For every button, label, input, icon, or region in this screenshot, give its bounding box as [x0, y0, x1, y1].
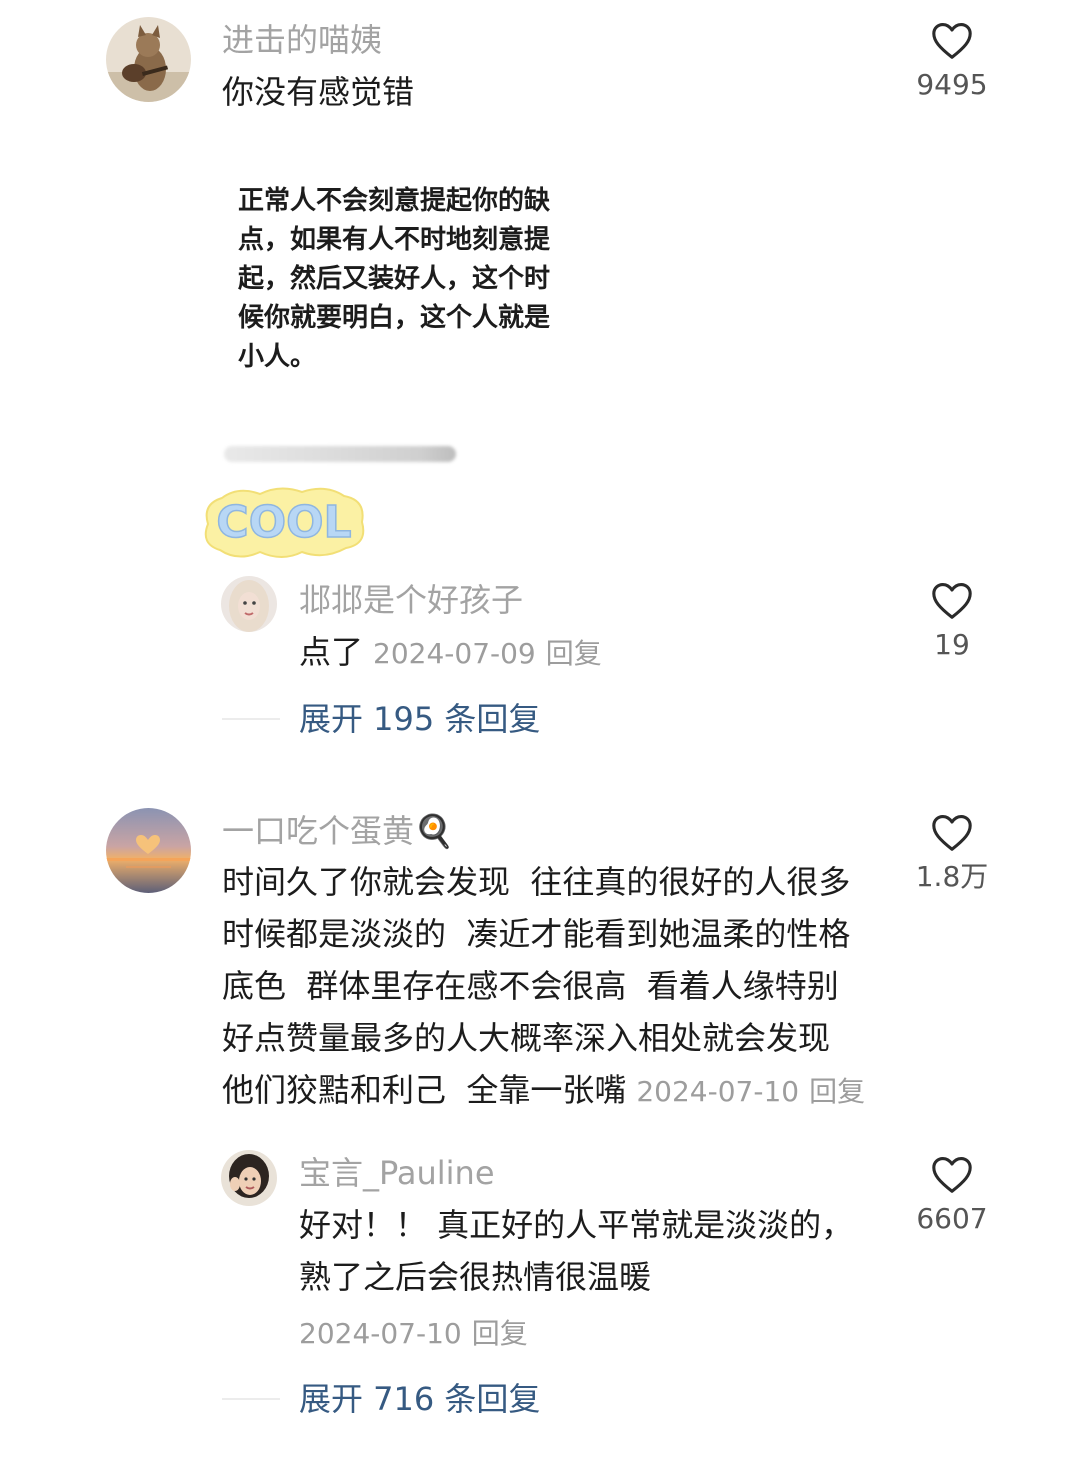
reply-text: 好对！！ 真正好的人平常就是淡淡的， 熟了之后会很热情很温暖 [299, 1199, 899, 1303]
comment-text-line: 底色 群体里存在感不会很高 看着人缘特别 [222, 967, 839, 1005]
like-button[interactable]: 9495 [902, 20, 1002, 102]
image-text-line: 点，如果有人不时地刻意提 [238, 225, 551, 255]
heart-outline-icon [932, 815, 972, 851]
divider [222, 718, 280, 720]
reply-button[interactable]: 回复 [472, 1317, 528, 1350]
reply-text-line: 好对！！ 真正好的人平常就是淡淡的， [299, 1206, 854, 1244]
reply-username[interactable]: 邶邶是个好孩子 [299, 580, 523, 620]
like-count: 19 [934, 628, 970, 661]
comment-text-last: 他们狡黠和利己 全靠一张嘴 [222, 1071, 627, 1109]
cool-sticker[interactable]: COOL [198, 482, 370, 562]
reply-username[interactable]: 宝言_Pauline [299, 1153, 495, 1193]
username-row[interactable]: 一口吃个蛋黄🍳 [222, 811, 454, 851]
image-text-line: 小人。 [238, 342, 317, 372]
reply-button[interactable]: 回复 [809, 1075, 865, 1108]
comment-text-line: 好点赞量最多的人大概率深入相处就会发现 [222, 1019, 831, 1057]
comment-text-line: 时候都是淡淡的 凑近才能看到她温柔的性格 [222, 915, 851, 953]
reply-text-line: 熟了之后会很热情很温暖 [299, 1258, 652, 1296]
reply-text-row: 点了 2024-07-09 回复 [299, 626, 602, 680]
comment-text-line: 时间久了你就会发现 往往真的很好的人很多 [222, 863, 851, 901]
heart-outline-icon [932, 23, 972, 59]
expand-replies-button[interactable]: 展开 195 条回复 [299, 699, 540, 739]
like-button[interactable]: 1.8万 [902, 812, 1002, 894]
heart-outline-icon [932, 583, 972, 619]
like-button[interactable]: 6607 [902, 1154, 1002, 1236]
image-text: 正常人不会刻意提起你的缺 点，如果有人不时地刻意提 起，然后又装好人，这个时 候… [238, 182, 614, 377]
comment-text: 你没有感觉错 [222, 73, 415, 111]
comment-text-line: 他们狡黠和利己 全靠一张嘴 2024-07-10 回复 [222, 1064, 902, 1118]
avatar[interactable] [106, 17, 191, 102]
expand-replies-button[interactable]: 展开 716 条回复 [299, 1379, 540, 1419]
reply-date: 2024-07-10 [299, 1317, 462, 1350]
avatar[interactable] [221, 576, 277, 632]
frying-pan-egg-icon: 🍳 [414, 812, 454, 850]
comment-date: 2024-07-10 [636, 1075, 800, 1108]
comment-image[interactable]: 正常人不会刻意提起你的缺 点，如果有人不时地刻意提 起，然后又装好人，这个时 候… [222, 160, 614, 400]
username[interactable]: 进击的喵姨 [222, 20, 382, 60]
like-count: 9495 [916, 68, 988, 101]
reply-date: 2024-07-09 [373, 637, 536, 670]
avatar[interactable] [221, 1150, 277, 1206]
heart-outline-icon [932, 1157, 972, 1193]
sticker-text: COOL [216, 497, 351, 548]
divider [222, 1398, 280, 1400]
avatar[interactable] [106, 808, 191, 893]
like-count: 1.8万 [915, 860, 989, 893]
like-button[interactable]: 19 [902, 580, 1002, 662]
reply-meta: 2024-07-10 回复 [299, 1314, 528, 1358]
reply-text: 点了 [299, 633, 364, 671]
username[interactable]: 一口吃个蛋黄 [222, 812, 414, 850]
like-count: 6607 [916, 1202, 988, 1235]
image-text-line: 候你就要明白，这个人就是 [238, 303, 551, 333]
reply-button[interactable]: 回复 [546, 637, 602, 670]
blurred-text [224, 446, 456, 462]
comment-text: 时间久了你就会发现 往往真的很好的人很多 时候都是淡淡的 凑近才能看到她温柔的性… [222, 856, 902, 1118]
image-text-line: 正常人不会刻意提起你的缺 [238, 186, 551, 216]
image-text-line: 起，然后又装好人，这个时 [238, 264, 551, 294]
